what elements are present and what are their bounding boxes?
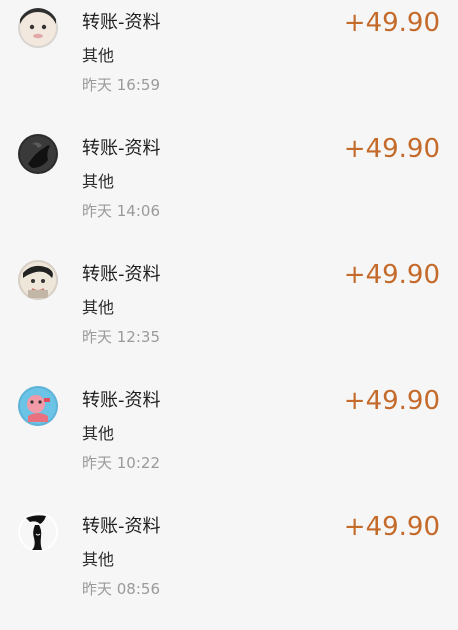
- transaction-title: 转账-资料: [82, 516, 161, 537]
- transaction-title: 转账-资料: [82, 390, 161, 411]
- transaction-title: 转账-资料: [82, 12, 161, 33]
- baby-avatar-icon: [18, 260, 58, 300]
- cartoon-avatar-icon: [18, 386, 58, 426]
- black-white-avatar-icon: [18, 512, 58, 552]
- transaction-time: 昨天 10:22: [82, 454, 160, 472]
- transaction-category: 其他: [82, 550, 115, 569]
- child-avatar-icon: [18, 8, 58, 48]
- transaction-category: 其他: [82, 172, 115, 191]
- transaction-category: 其他: [82, 298, 115, 317]
- transaction-row[interactable]: 转账-资料 其他 昨天 10:22 +49.90: [0, 378, 458, 504]
- transaction-time: 昨天 08:56: [82, 580, 160, 598]
- transaction-category: 其他: [82, 46, 115, 65]
- transaction-amount: +49.90: [343, 8, 440, 38]
- transaction-amount: +49.90: [343, 386, 440, 416]
- transaction-category: 其他: [82, 424, 115, 443]
- transaction-time: 昨天 14:06: [82, 202, 160, 220]
- transaction-row[interactable]: 转账-资料 其他 昨天 14:06 +49.90: [0, 126, 458, 252]
- transaction-amount: +49.90: [343, 260, 440, 290]
- transaction-title: 转账-资料: [82, 264, 161, 285]
- transaction-amount: +49.90: [343, 134, 440, 164]
- transaction-row[interactable]: 转账-资料 其他 昨天 16:59 +49.90: [0, 0, 458, 126]
- transaction-amount: +49.90: [343, 512, 440, 542]
- transaction-list: 转账-资料 其他 昨天 16:59 +49.90 转账-资料 其他 昨天 14:…: [0, 0, 458, 616]
- transaction-row[interactable]: 转账-资料 其他 昨天 12:35 +49.90: [0, 252, 458, 378]
- transaction-time: 昨天 16:59: [82, 76, 160, 94]
- transaction-title: 转账-资料: [82, 138, 161, 159]
- dark-silhouette-avatar-icon: [18, 134, 58, 174]
- transaction-time: 昨天 12:35: [82, 328, 160, 346]
- transaction-row[interactable]: 转账-资料 其他 昨天 08:56 +49.90: [0, 504, 458, 630]
